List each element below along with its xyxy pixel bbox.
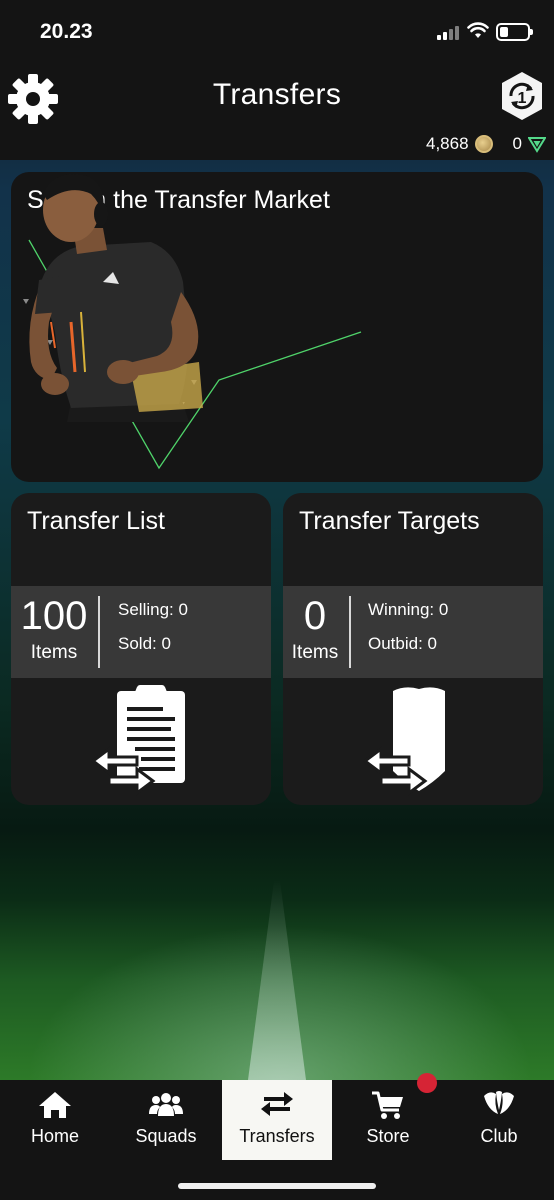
tab-club-label: Club xyxy=(480,1126,518,1146)
outbid-count: Outbid: 0 xyxy=(368,634,437,653)
transfer-market-card[interactable]: Search the Transfer Market xyxy=(11,172,543,482)
transfer-list-unit: Items xyxy=(30,642,78,663)
transfers-icon xyxy=(261,1092,293,1116)
points-value: 0 xyxy=(512,134,522,153)
app-header: Transfers 1 4,868 0 xyxy=(0,62,554,160)
tab-home[interactable]: Home xyxy=(0,1080,110,1160)
transfer-list-count: 100 xyxy=(20,594,88,638)
squads-icon xyxy=(149,1093,183,1116)
divider xyxy=(349,596,351,668)
coins-value: 4,868 xyxy=(425,134,469,153)
player-card-transfer-icon xyxy=(363,687,445,796)
clipboard-transfer-icon xyxy=(91,685,185,796)
club-icon xyxy=(484,1091,514,1114)
objectives-icon[interactable]: 1 xyxy=(499,70,545,122)
status-time: 20.23 xyxy=(40,20,93,43)
coin-icon xyxy=(474,135,493,153)
tab-transfers-label: Transfers xyxy=(239,1126,315,1146)
winning-count: Winning: 0 xyxy=(368,600,449,619)
tab-store-label: Store xyxy=(366,1126,410,1146)
tab-home-label: Home xyxy=(30,1126,79,1146)
tab-squads[interactable]: Squads xyxy=(111,1080,221,1160)
transfer-list-title: Transfer List xyxy=(27,507,166,535)
cart-icon xyxy=(372,1091,403,1119)
transfer-targets-card[interactable]: Transfer Targets 0 Items Winning: 0 Outb… xyxy=(283,493,543,805)
transfer-targets-count: 0 xyxy=(303,594,327,638)
tab-club[interactable]: Club xyxy=(444,1080,554,1160)
currency-display: 4,868 0 xyxy=(426,134,546,154)
transfer-targets-title: Transfer Targets xyxy=(299,507,480,535)
fc-points-icon xyxy=(528,137,546,153)
objectives-count: 1 xyxy=(518,90,527,107)
store-notification-badge xyxy=(417,1073,437,1093)
signal-icon xyxy=(437,26,459,40)
home-icon xyxy=(39,1092,71,1118)
player-image xyxy=(29,174,203,422)
sold-count: Sold: 0 xyxy=(118,634,171,653)
tab-squads-label: Squads xyxy=(135,1126,197,1146)
tab-transfers[interactable]: Transfers xyxy=(222,1080,332,1160)
bottom-tab-bar: Home Squads Transfers Store Club xyxy=(0,1080,554,1200)
transfer-list-card[interactable]: Transfer List 100 Items Selling: 0 Sold:… xyxy=(11,493,271,805)
selling-count: Selling: 0 xyxy=(118,600,188,619)
transfer-targets-unit: Items xyxy=(291,642,339,663)
transfer-list-stats: 100 Items Selling: 0 Sold: 0 xyxy=(11,586,271,678)
home-indicator[interactable] xyxy=(178,1183,376,1189)
battery-icon xyxy=(496,23,533,41)
status-bar: 20.23 xyxy=(0,0,554,62)
transfer-targets-stats: 0 Items Winning: 0 Outbid: 0 xyxy=(283,586,543,678)
wifi-icon xyxy=(467,22,489,38)
page-title: Transfers xyxy=(212,78,342,111)
divider xyxy=(98,596,100,668)
